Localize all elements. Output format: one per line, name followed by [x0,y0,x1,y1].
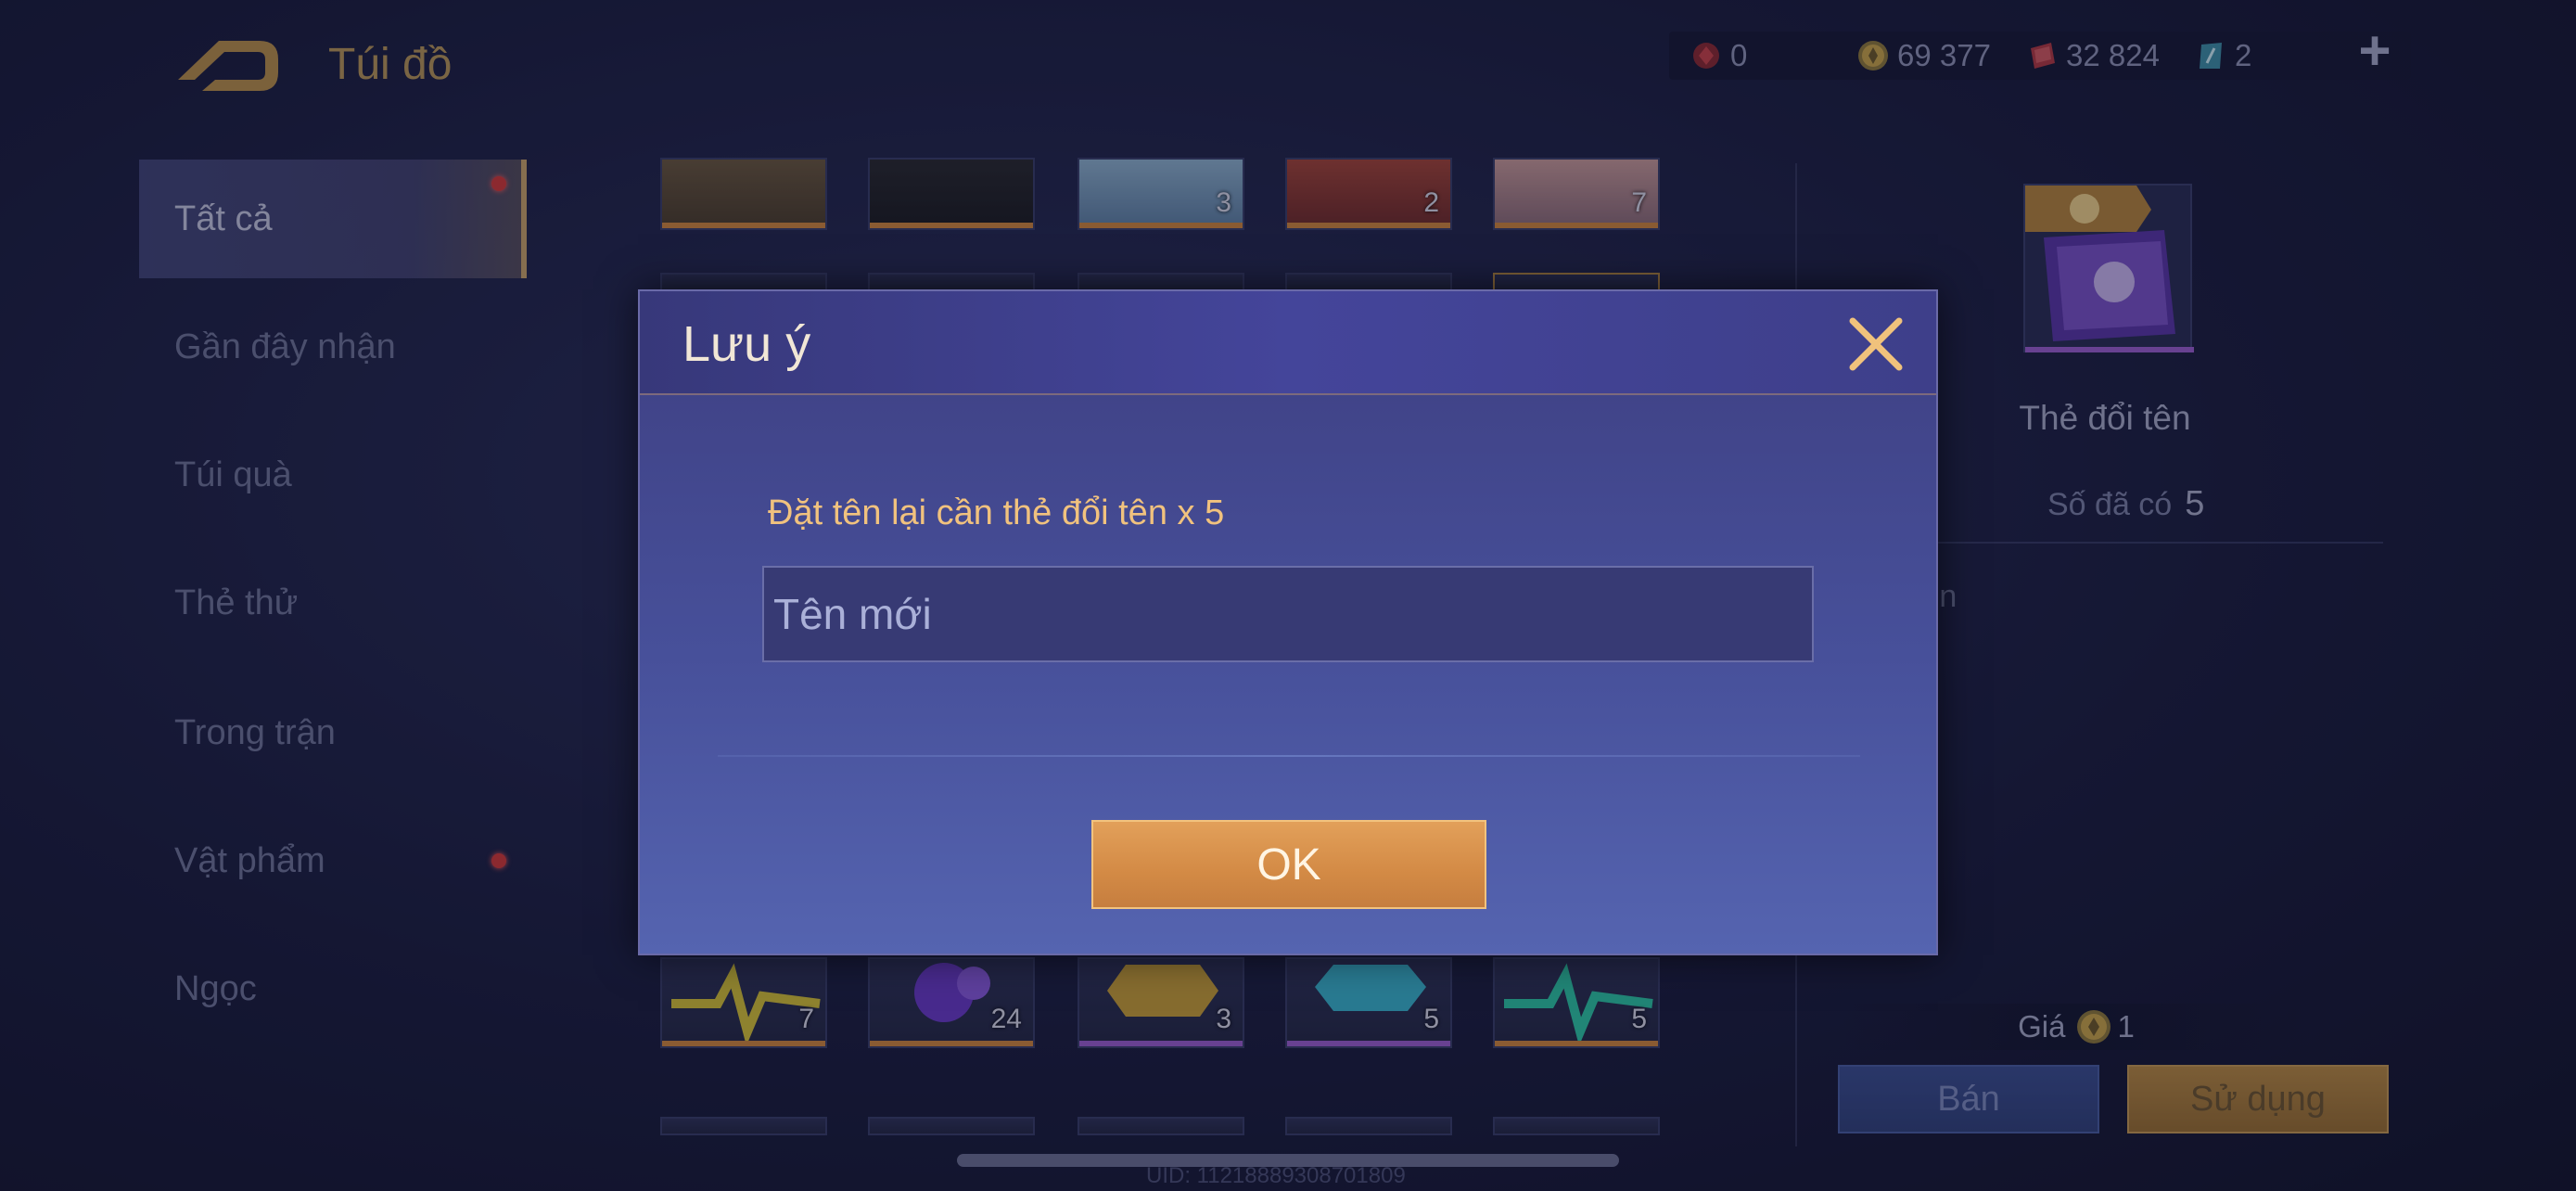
dialog-title: Lưu ý [682,316,811,372]
close-icon [1849,317,1903,371]
rename-dialog: Lưu ý Đặt tên lại cần thẻ đổi tên x 5 OK [638,289,1938,955]
dialog-divider [718,755,1860,757]
ok-button[interactable]: OK [1091,820,1486,909]
dialog-message: Đặt tên lại cần thẻ đổi tên x 5 [768,493,1225,532]
dialog-header [640,291,1936,395]
close-button[interactable] [1845,314,1906,375]
new-name-input[interactable] [762,566,1814,662]
inventory-screen: Túi đồ 0 69 377 32 824 2 + Tất cả Gần đâ… [0,0,2576,1191]
